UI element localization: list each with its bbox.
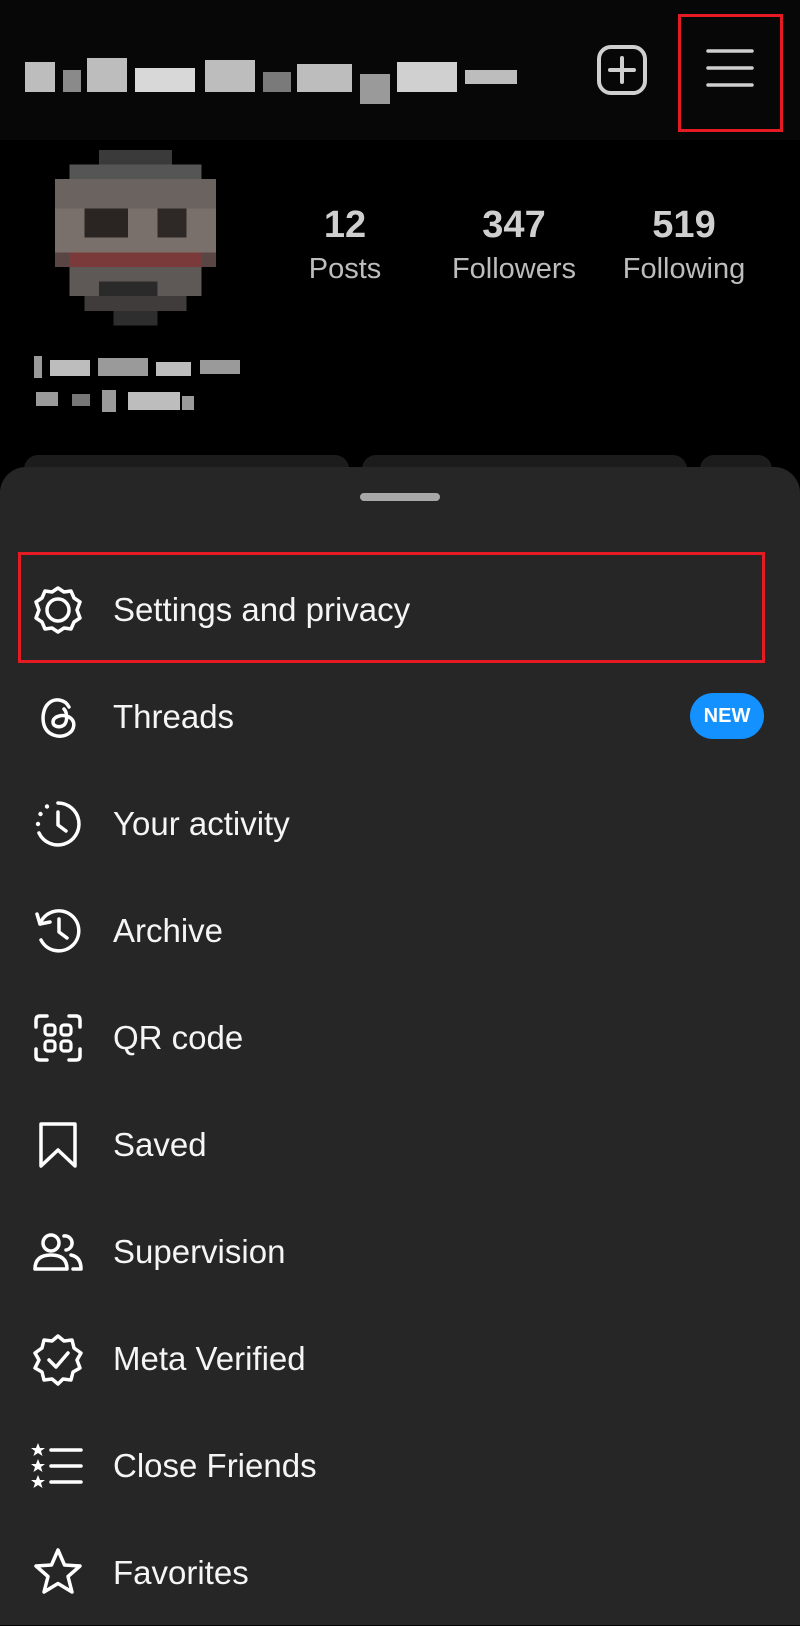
close-friends-icon — [31, 1439, 85, 1493]
sheet-drag-handle[interactable] — [360, 493, 440, 501]
supervision-icon — [31, 1225, 85, 1279]
verified-badge-icon — [31, 1332, 85, 1386]
display-name-pixelated — [32, 350, 242, 425]
menu-item-label: Meta Verified — [113, 1339, 306, 1377]
menu-item-archive[interactable]: Archive — [0, 877, 800, 984]
new-badge: NEW — [690, 693, 764, 739]
qr-code-icon — [31, 1011, 85, 1065]
menu-item-saved[interactable]: Saved — [0, 1091, 800, 1198]
menu-item-your-activity[interactable]: Your activity — [0, 770, 800, 877]
menu-item-favorites[interactable]: Favorites — [0, 1519, 800, 1626]
menu-item-label: Threads — [113, 697, 235, 735]
menu-item-label: Close Friends — [113, 1446, 317, 1484]
following-label: Following — [622, 253, 746, 285]
menu-item-label: Saved — [113, 1125, 207, 1163]
following-count[interactable]: 519 Following — [604, 205, 764, 293]
followers-value: 347 — [482, 204, 546, 246]
menu-item-label: Your activity — [113, 804, 290, 842]
following-value: 519 — [652, 204, 716, 246]
settings-highlight-box — [18, 552, 765, 663]
activity-clock-icon — [31, 797, 85, 851]
posts-value: 12 — [323, 204, 367, 246]
archive-clock-icon — [31, 904, 85, 958]
menu-item-supervision[interactable]: Supervision — [0, 1198, 800, 1305]
followers-label: Followers — [451, 253, 577, 285]
menu-item-label: Favorites — [113, 1553, 249, 1591]
bookmark-icon — [31, 1118, 85, 1172]
threads-icon — [31, 690, 85, 744]
posts-label: Posts — [308, 253, 382, 285]
menu-item-label: QR code — [113, 1018, 244, 1056]
menu-item-threads[interactable]: Threads NEW — [0, 663, 800, 770]
star-icon — [31, 1546, 85, 1600]
menu-item-label: Archive — [113, 911, 224, 949]
avatar[interactable] — [38, 150, 233, 340]
plus-square-icon[interactable] — [596, 44, 648, 96]
posts-count[interactable]: 12 Posts — [265, 205, 425, 293]
menu-item-meta-verified[interactable]: Meta Verified — [0, 1305, 800, 1412]
menu-item-qr-code[interactable]: QR code — [0, 984, 800, 1091]
menu-highlight-box — [678, 14, 783, 132]
menu-item-label: Supervision — [113, 1232, 286, 1270]
followers-count[interactable]: 347 Followers — [434, 205, 594, 293]
username-pixelated — [25, 50, 520, 105]
menu-item-close-friends[interactable]: Close Friends — [0, 1412, 800, 1519]
